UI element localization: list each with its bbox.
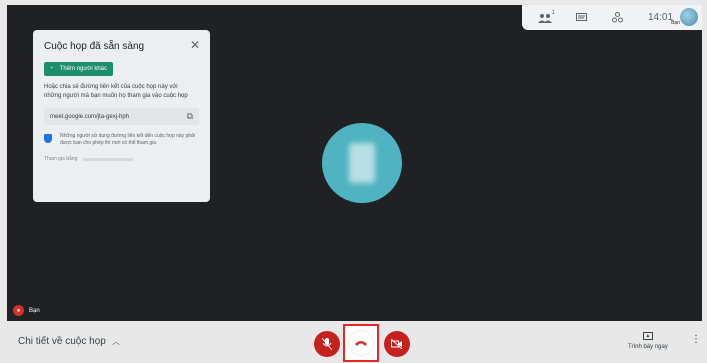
people-count: 1 [551, 9, 555, 16]
self-tile-label: ● Bạn [13, 305, 40, 316]
add-person-icon: ⁺ [50, 66, 54, 73]
joined-label: Tham gia bằng [44, 156, 78, 162]
chevron-up-icon: ︿ [111, 337, 120, 346]
more-options-icon[interactable]: ⋮ [691, 335, 701, 345]
meeting-link-box[interactable]: meet.google.com/jta-gexj-hph ⧉ [44, 108, 199, 125]
top-toolbar: 1 14:01 Bạn [522, 5, 702, 30]
meeting-details-label: Chi tiết về cuộc họp [18, 336, 106, 347]
chat-icon[interactable] [568, 9, 594, 27]
present-now-button[interactable]: ▲ Trình bày ngay [628, 332, 668, 350]
close-icon[interactable]: ✕ [190, 39, 200, 51]
avatar-initial-blurred [349, 143, 375, 183]
clock-time: 14:01 [648, 12, 674, 23]
meeting-details-button[interactable]: Chi tiết về cuộc họp ︿ [18, 336, 120, 347]
camera-toggle-button[interactable] [384, 331, 410, 357]
shield-icon [44, 134, 52, 143]
copy-icon[interactable]: ⧉ [187, 111, 193, 122]
present-icon: ▲ [642, 332, 653, 340]
avatar[interactable] [680, 8, 698, 26]
self-tile-name: Bạn [29, 307, 40, 314]
mic-toggle-button[interactable] [314, 331, 340, 357]
joined-as: Tham gia bằng [44, 156, 199, 162]
people-icon[interactable]: 1 [532, 9, 558, 27]
activities-icon[interactable] [604, 9, 630, 27]
bottom-controls-bar: Chi tiết về cuộc họp ︿ ▲ Trình bày ngay … [0, 321, 707, 363]
card-title: Cuộc họp đã sẵn sàng [44, 41, 145, 52]
add-people-label: Thêm người khác [59, 66, 108, 72]
share-description: Hoặc chia sẻ đường liên kết của cuộc họp… [44, 84, 188, 99]
self-label: Bạn [671, 20, 680, 26]
add-people-button[interactable]: ⁺ Thêm người khác [44, 62, 114, 76]
mic-off-icon: ● [13, 305, 24, 316]
meeting-stage: 1 14:01 Bạn Cuộc họp đã sẵn sàng ✕ ⁺ Thê… [7, 5, 702, 321]
hangup-button[interactable] [348, 330, 374, 356]
permission-note: Những người sử dụng đường liên kết đến c… [44, 133, 199, 147]
joined-account-blurred [83, 157, 134, 161]
permission-note-text: Những người sử dụng đường liên kết đến c… [60, 133, 196, 146]
participant-avatar [322, 123, 402, 203]
meeting-link: meet.google.com/jta-gexj-hph [50, 113, 130, 120]
present-now-label: Trình bày ngay [628, 344, 668, 350]
meeting-ready-card: Cuộc họp đã sẵn sàng ✕ ⁺ Thêm người khác… [33, 30, 210, 202]
